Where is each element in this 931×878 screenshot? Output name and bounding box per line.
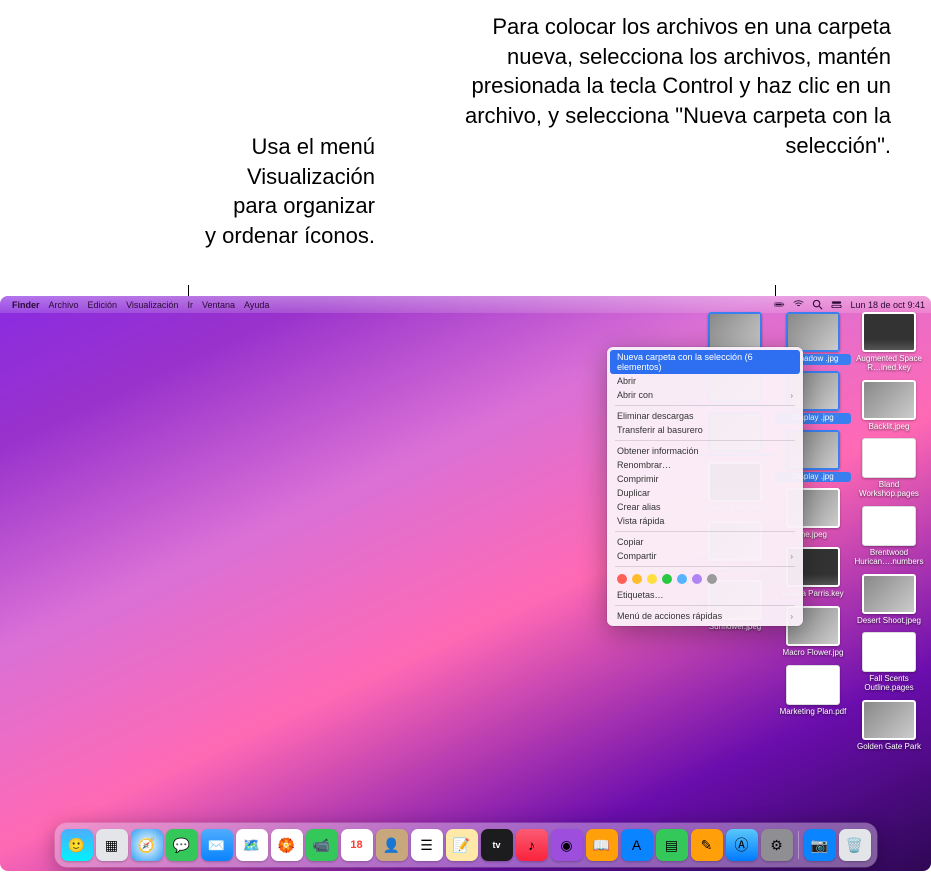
battery-icon[interactable] bbox=[774, 299, 785, 310]
dock-app-contacts[interactable]: 👤 bbox=[376, 829, 408, 861]
context-menu: Nueva carpeta con la selección (6 elemen… bbox=[607, 347, 803, 626]
ctx-quick-actions[interactable]: Menú de acciones rápidas› bbox=[607, 609, 803, 623]
file-thumbnail bbox=[862, 438, 916, 478]
ctx-separator bbox=[615, 566, 795, 567]
dock-app-appstore[interactable]: A bbox=[621, 829, 653, 861]
dock-app-maps[interactable]: 🗺️ bbox=[236, 829, 268, 861]
menu-app-name[interactable]: Finder bbox=[12, 300, 40, 310]
ctx-obtener-informaci-n[interactable]: Obtener información bbox=[607, 444, 803, 458]
ctx-abrir-con[interactable]: Abrir con› bbox=[607, 388, 803, 402]
dock-app-settings[interactable]: ⚙ bbox=[761, 829, 793, 861]
ctx-comprimir[interactable]: Comprimir bbox=[607, 472, 803, 486]
file-name-label: Bland Workshop.pages bbox=[851, 480, 927, 500]
file-thumbnail bbox=[862, 632, 916, 672]
dock-app-numbers[interactable]: ▤ bbox=[656, 829, 688, 861]
menubar: Finder Archivo Edición Visualización Ir … bbox=[0, 296, 931, 313]
ctx-tags-more[interactable]: Etiquetas… bbox=[607, 588, 803, 602]
file-thumbnail bbox=[786, 665, 840, 705]
dock-app-reminders[interactable]: ☰ bbox=[411, 829, 443, 861]
tag-swatch[interactable] bbox=[647, 574, 657, 584]
dock-app-safari[interactable]: 🧭 bbox=[131, 829, 163, 861]
file-thumbnail bbox=[862, 700, 916, 740]
dock-app-downloads[interactable]: 📷 bbox=[804, 829, 836, 861]
ctx-new-folder-selection[interactable]: Nueva carpeta con la selección (6 elemen… bbox=[610, 350, 800, 374]
desktop-file[interactable]: Bland Workshop.pages bbox=[851, 438, 927, 500]
dock-app-notes[interactable]: 📝 bbox=[446, 829, 478, 861]
macos-desktop[interactable]: Finder Archivo Edición Visualización Ir … bbox=[0, 296, 931, 871]
desktop-file[interactable]: Brentwood Hurican….numbers bbox=[851, 506, 927, 568]
ctx-eliminar-descargas[interactable]: Eliminar descargas bbox=[607, 409, 803, 423]
ctx-abrir[interactable]: Abrir bbox=[607, 374, 803, 388]
file-name-label: Marketing Plan.pdf bbox=[775, 707, 851, 718]
desktop-file[interactable]: Backlit.jpeg bbox=[851, 380, 927, 433]
file-name-label: Brentwood Hurican….numbers bbox=[851, 548, 927, 568]
file-thumbnail bbox=[708, 312, 762, 352]
file-thumbnail bbox=[862, 506, 916, 546]
tag-swatch[interactable] bbox=[617, 574, 627, 584]
dock-app-messages[interactable]: 💬 bbox=[166, 829, 198, 861]
desktop-file[interactable]: Marketing Plan.pdf bbox=[775, 665, 851, 718]
annotation-right: Para colocar los archivos en una carpeta… bbox=[421, 12, 891, 160]
desktop-file[interactable]: Fall Scents Outline.pages bbox=[851, 632, 927, 694]
dock-app-tv[interactable]: tv bbox=[481, 829, 513, 861]
ctx-renombrar-[interactable]: Renombrar… bbox=[607, 458, 803, 472]
ctx-copiar[interactable]: Copiar bbox=[607, 535, 803, 549]
menu-ventana[interactable]: Ventana bbox=[202, 300, 235, 310]
file-name-label: Desert Shoot.jpeg bbox=[851, 616, 927, 627]
desktop-file[interactable]: Desert Shoot.jpeg bbox=[851, 574, 927, 627]
ctx-tag-colors[interactable] bbox=[607, 570, 803, 588]
dock-app-mail[interactable]: ✉️ bbox=[201, 829, 233, 861]
dock-app-books[interactable]: 📖 bbox=[586, 829, 618, 861]
dock-app-store2[interactable]: Ⓐ bbox=[726, 829, 758, 861]
ctx-separator bbox=[615, 440, 795, 441]
ctx-separator bbox=[615, 405, 795, 406]
file-name-label: Backlit.jpeg bbox=[851, 422, 927, 433]
tag-swatch[interactable] bbox=[692, 574, 702, 584]
dock-app-music[interactable]: ♪ bbox=[516, 829, 548, 861]
annotation-left: Usa el menú Visualización para organizar… bbox=[40, 132, 375, 251]
menu-edicion[interactable]: Edición bbox=[88, 300, 118, 310]
file-name-label: Golden Gate Park bbox=[851, 742, 927, 753]
menu-archivo[interactable]: Archivo bbox=[49, 300, 79, 310]
ctx-crear-alias[interactable]: Crear alias bbox=[607, 500, 803, 514]
annotation-area: Usa el menú Visualización para organizar… bbox=[0, 0, 931, 296]
spotlight-icon[interactable] bbox=[812, 299, 823, 310]
dock-separator bbox=[798, 831, 799, 859]
dock-app-podcasts[interactable]: ◉ bbox=[551, 829, 583, 861]
ctx-compartir[interactable]: Compartir› bbox=[607, 549, 803, 563]
menu-ayuda[interactable]: Ayuda bbox=[244, 300, 269, 310]
dock: 🙂▦🧭💬✉️🗺️🏵️📹18👤☰📝tv♪◉📖A▤✎Ⓐ⚙ 📷🗑️ bbox=[55, 823, 877, 867]
menu-visualizacion[interactable]: Visualización bbox=[126, 300, 178, 310]
dock-app-trash[interactable]: 🗑️ bbox=[839, 829, 871, 861]
desktop-file[interactable]: Augmented Space R…ined.key bbox=[851, 312, 927, 374]
ctx-duplicar[interactable]: Duplicar bbox=[607, 486, 803, 500]
file-name-label: Fall Scents Outline.pages bbox=[851, 674, 927, 694]
dock-app-calendar[interactable]: 18 bbox=[341, 829, 373, 861]
dock-app-launchpad[interactable]: ▦ bbox=[96, 829, 128, 861]
file-name-label: Augmented Space R…ined.key bbox=[851, 354, 927, 374]
dock-app-pages[interactable]: ✎ bbox=[691, 829, 723, 861]
wifi-icon[interactable] bbox=[793, 299, 804, 310]
dock-app-facetime[interactable]: 📹 bbox=[306, 829, 338, 861]
file-thumbnail bbox=[862, 574, 916, 614]
ctx-separator bbox=[615, 605, 795, 606]
dock-app-photos[interactable]: 🏵️ bbox=[271, 829, 303, 861]
menubar-clock[interactable]: Lun 18 de oct 9:41 bbox=[850, 300, 925, 310]
ctx-transferir-al-basurero[interactable]: Transferir al basurero bbox=[607, 423, 803, 437]
file-thumbnail bbox=[786, 312, 840, 352]
file-name-label: Macro Flower.jpg bbox=[775, 648, 851, 659]
tag-swatch[interactable] bbox=[707, 574, 717, 584]
dock-app-finder[interactable]: 🙂 bbox=[61, 829, 93, 861]
control-center-icon[interactable] bbox=[831, 299, 842, 310]
tag-swatch[interactable] bbox=[632, 574, 642, 584]
ctx-vista-r-pida[interactable]: Vista rápida bbox=[607, 514, 803, 528]
tag-swatch[interactable] bbox=[662, 574, 672, 584]
menu-ir[interactable]: Ir bbox=[187, 300, 193, 310]
ctx-separator bbox=[615, 531, 795, 532]
file-thumbnail bbox=[862, 312, 916, 352]
file-thumbnail bbox=[862, 380, 916, 420]
desktop-file[interactable]: Golden Gate Park bbox=[851, 700, 927, 753]
tag-swatch[interactable] bbox=[677, 574, 687, 584]
